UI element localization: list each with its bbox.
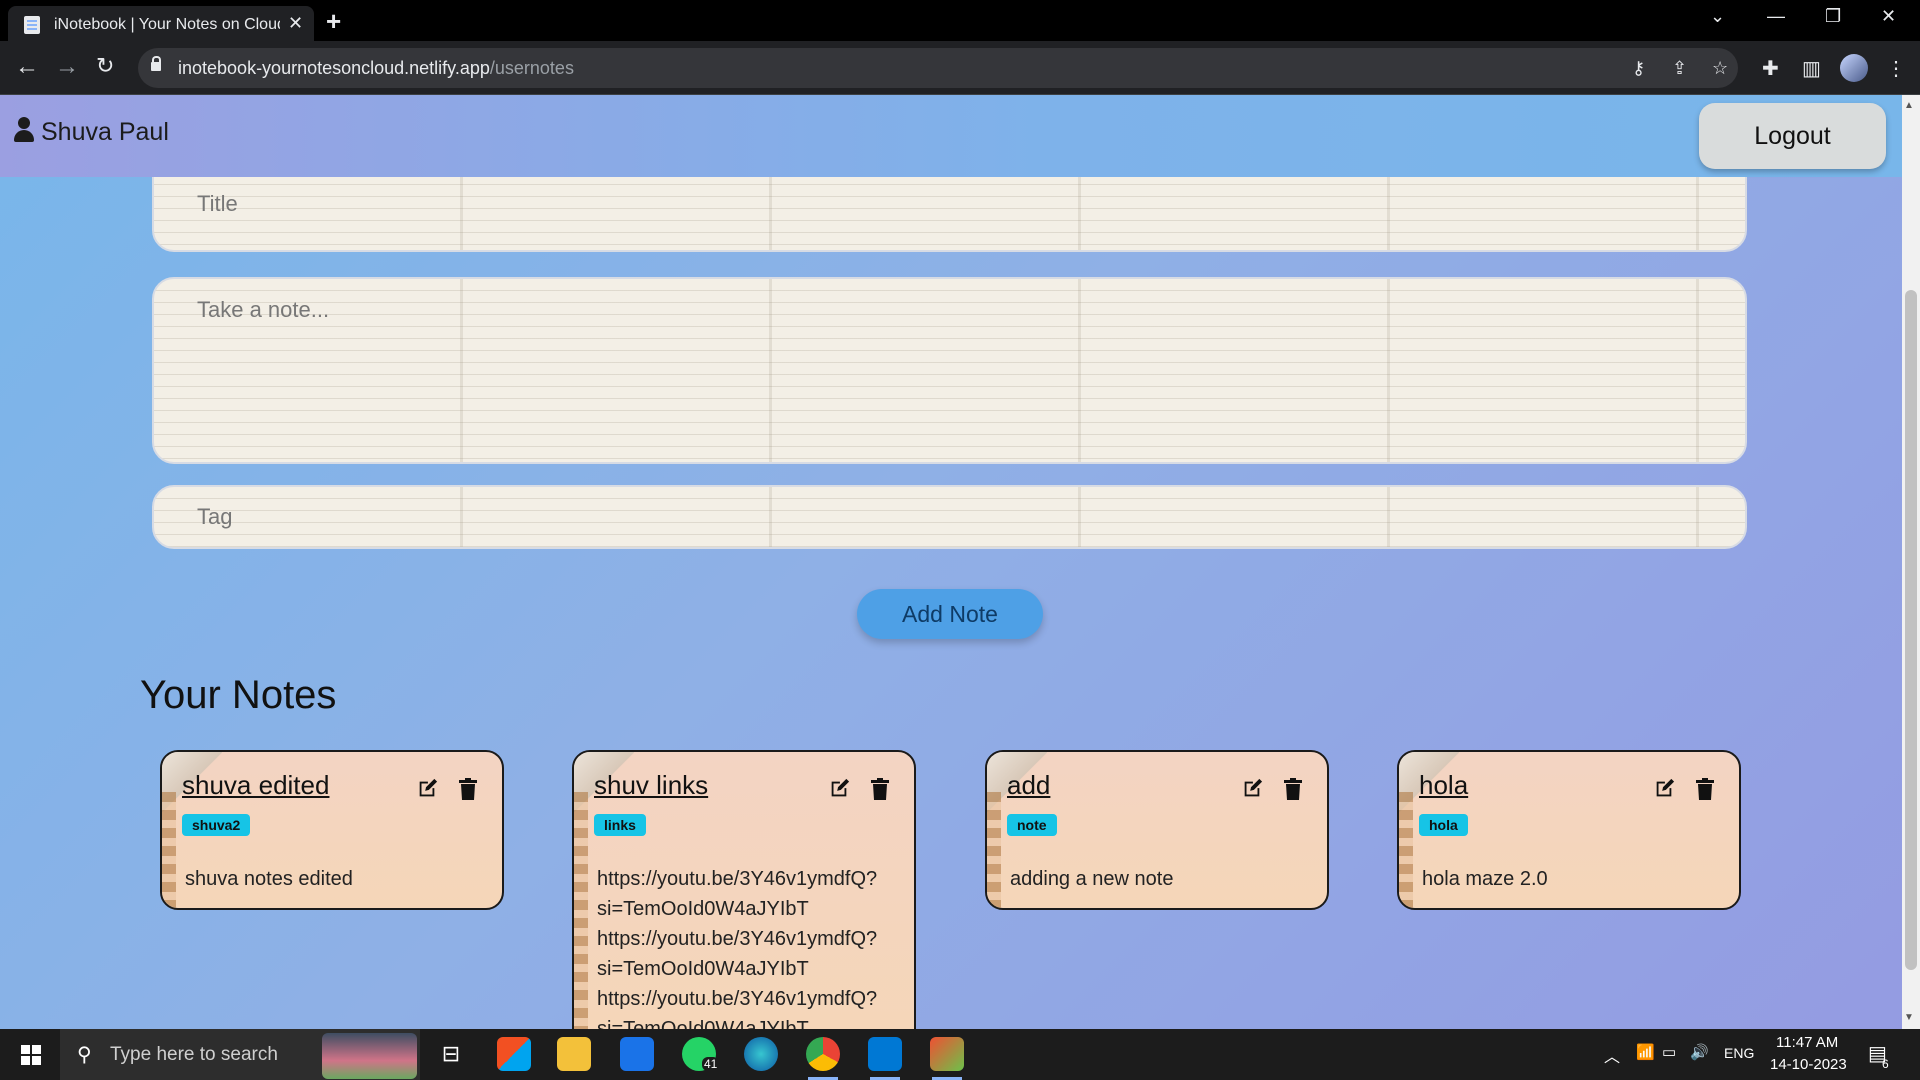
search-icon: ⚲ — [77, 1044, 92, 1066]
torn-edge — [162, 792, 176, 908]
extensions-icon[interactable]: ✚ — [1762, 56, 1779, 81]
note-tag-badge: hola — [1419, 814, 1468, 836]
title-input[interactable] — [152, 177, 1747, 252]
note-card: add note adding a new note — [985, 750, 1329, 910]
restore-icon[interactable]: ❐ — [1825, 6, 1841, 27]
side-panel-icon[interactable]: ▥ — [1802, 56, 1821, 81]
note-tag-badge: note — [1007, 814, 1057, 836]
app-navbar: Shuva Paul Logout — [0, 95, 1902, 177]
url-text: inotebook-yournotesoncloud.netlify.app/u… — [178, 58, 574, 78]
clock-date[interactable]: 14-10-2023 — [1770, 1056, 1847, 1073]
close-window-icon[interactable]: ✕ — [1881, 6, 1896, 27]
mail-icon[interactable] — [620, 1037, 654, 1071]
task-view-icon[interactable]: ⊟ — [434, 1037, 468, 1071]
tab-title: iNotebook | Your Notes on Cloud — [54, 16, 280, 33]
search-placeholder: Type here to search — [110, 1044, 278, 1065]
note-tag-badge: links — [594, 814, 646, 836]
lock-icon[interactable] — [151, 56, 161, 71]
user-icon — [14, 117, 34, 143]
taskbar-search[interactable]: ⚲ Type here to search — [60, 1029, 420, 1080]
profile-avatar[interactable] — [1840, 54, 1868, 82]
clock-time[interactable]: 11:47 AM — [1776, 1034, 1838, 1051]
tab-close-icon[interactable]: ✕ — [288, 13, 303, 34]
back-icon[interactable]: ← — [15, 53, 39, 81]
volume-icon[interactable]: 🔊 — [1690, 1043, 1709, 1061]
note-title: shuv links — [594, 770, 709, 800]
your-notes-heading: Your Notes — [140, 673, 337, 717]
bookmark-star-icon[interactable]: ☆ — [1712, 58, 1728, 79]
note-card: shuv links links https://youtu.be/3Y46v1… — [572, 750, 916, 1029]
chrome-icon[interactable] — [806, 1037, 840, 1080]
note-title: shuva edited — [182, 770, 330, 800]
note-card: shuva edited shuva2 shuva notes edited — [160, 750, 504, 910]
trash-icon[interactable] — [1695, 778, 1715, 800]
torn-edge — [987, 792, 1001, 908]
vscode-icon[interactable] — [868, 1037, 902, 1080]
git-icon[interactable] — [930, 1037, 964, 1080]
tag-input[interactable] — [152, 485, 1747, 549]
microsoft-store-icon[interactable] — [497, 1037, 531, 1071]
windows-taskbar: ⚲ Type here to search ⊟ 41 ︿ 📶 ▭ 🔊 ENG 1… — [0, 1029, 1920, 1080]
note-title: hola — [1419, 770, 1469, 800]
scroll-down-icon[interactable]: ▼ — [1904, 1012, 1914, 1023]
browser-titlebar: iNotebook | Your Notes on Cloud ✕ + ⌄ — … — [0, 0, 1920, 41]
file-explorer-icon[interactable] — [557, 1037, 591, 1071]
network-icon[interactable]: 📶 — [1636, 1043, 1655, 1061]
new-tab-icon[interactable]: + — [326, 6, 341, 37]
windows-start-icon[interactable] — [21, 1045, 41, 1065]
trash-icon[interactable] — [1283, 778, 1303, 800]
edit-icon[interactable] — [416, 778, 438, 800]
browser-tab[interactable]: iNotebook | Your Notes on Cloud ✕ — [8, 6, 314, 41]
page-content: Shuva Paul Logout Add Note Your Notes sh… — [0, 95, 1920, 1029]
battery-icon[interactable]: ▭ — [1662, 1043, 1676, 1061]
language-indicator[interactable]: ENG — [1724, 1045, 1754, 1061]
tray-chevron-icon[interactable]: ︿ — [1604, 1043, 1620, 1067]
search-highlight-image — [322, 1033, 417, 1079]
tab-search-chevron-icon[interactable]: ⌄ — [1710, 6, 1725, 27]
trash-icon[interactable] — [458, 778, 478, 800]
page-favicon-icon — [24, 16, 40, 34]
torn-edge — [1399, 792, 1413, 908]
note-body: adding a new note — [1010, 868, 1174, 890]
whatsapp-icon[interactable]: 41 — [682, 1037, 720, 1071]
scrollbar-thumb[interactable] — [1905, 290, 1917, 970]
minimize-icon[interactable]: — — [1767, 6, 1785, 27]
whatsapp-badge: 41 — [702, 1057, 720, 1071]
note-title: add — [1007, 770, 1051, 800]
share-icon[interactable]: ⇪ — [1672, 58, 1687, 79]
note-card: hola hola hola maze 2.0 — [1397, 750, 1741, 910]
browser-menu-icon[interactable]: ⋮ — [1886, 56, 1906, 81]
reload-icon[interactable]: ↻ — [96, 53, 114, 79]
note-body: https://youtu.be/3Y46v1ymdfQ?si=TemOoId0… — [597, 868, 878, 1029]
trash-icon[interactable] — [870, 778, 890, 800]
scroll-up-icon[interactable]: ▲ — [1904, 100, 1914, 111]
note-body: shuva notes edited — [185, 868, 353, 890]
forward-icon[interactable]: → — [55, 53, 79, 81]
note-tag-badge: shuva2 — [182, 814, 251, 836]
notification-count: 6 — [1882, 1057, 1889, 1071]
note-body: hola maze 2.0 — [1422, 868, 1548, 890]
address-bar[interactable]: inotebook-yournotesoncloud.netlify.app/u… — [138, 48, 1738, 88]
edit-icon[interactable] — [1653, 778, 1675, 800]
browser-toolbar: ← → ↻ inotebook-yournotesoncloud.netlify… — [0, 41, 1920, 95]
edge-icon[interactable] — [744, 1037, 778, 1071]
edit-icon[interactable] — [828, 778, 850, 800]
note-textarea[interactable] — [152, 277, 1747, 464]
add-note-button[interactable]: Add Note — [857, 589, 1043, 639]
edit-icon[interactable] — [1241, 778, 1263, 800]
password-key-icon[interactable]: ⚷ — [1632, 58, 1645, 79]
torn-edge — [574, 792, 588, 1029]
logout-button[interactable]: Logout — [1699, 103, 1886, 169]
user-name: Shuva Paul — [41, 118, 169, 146]
title-field-wrapper — [152, 177, 1747, 252]
